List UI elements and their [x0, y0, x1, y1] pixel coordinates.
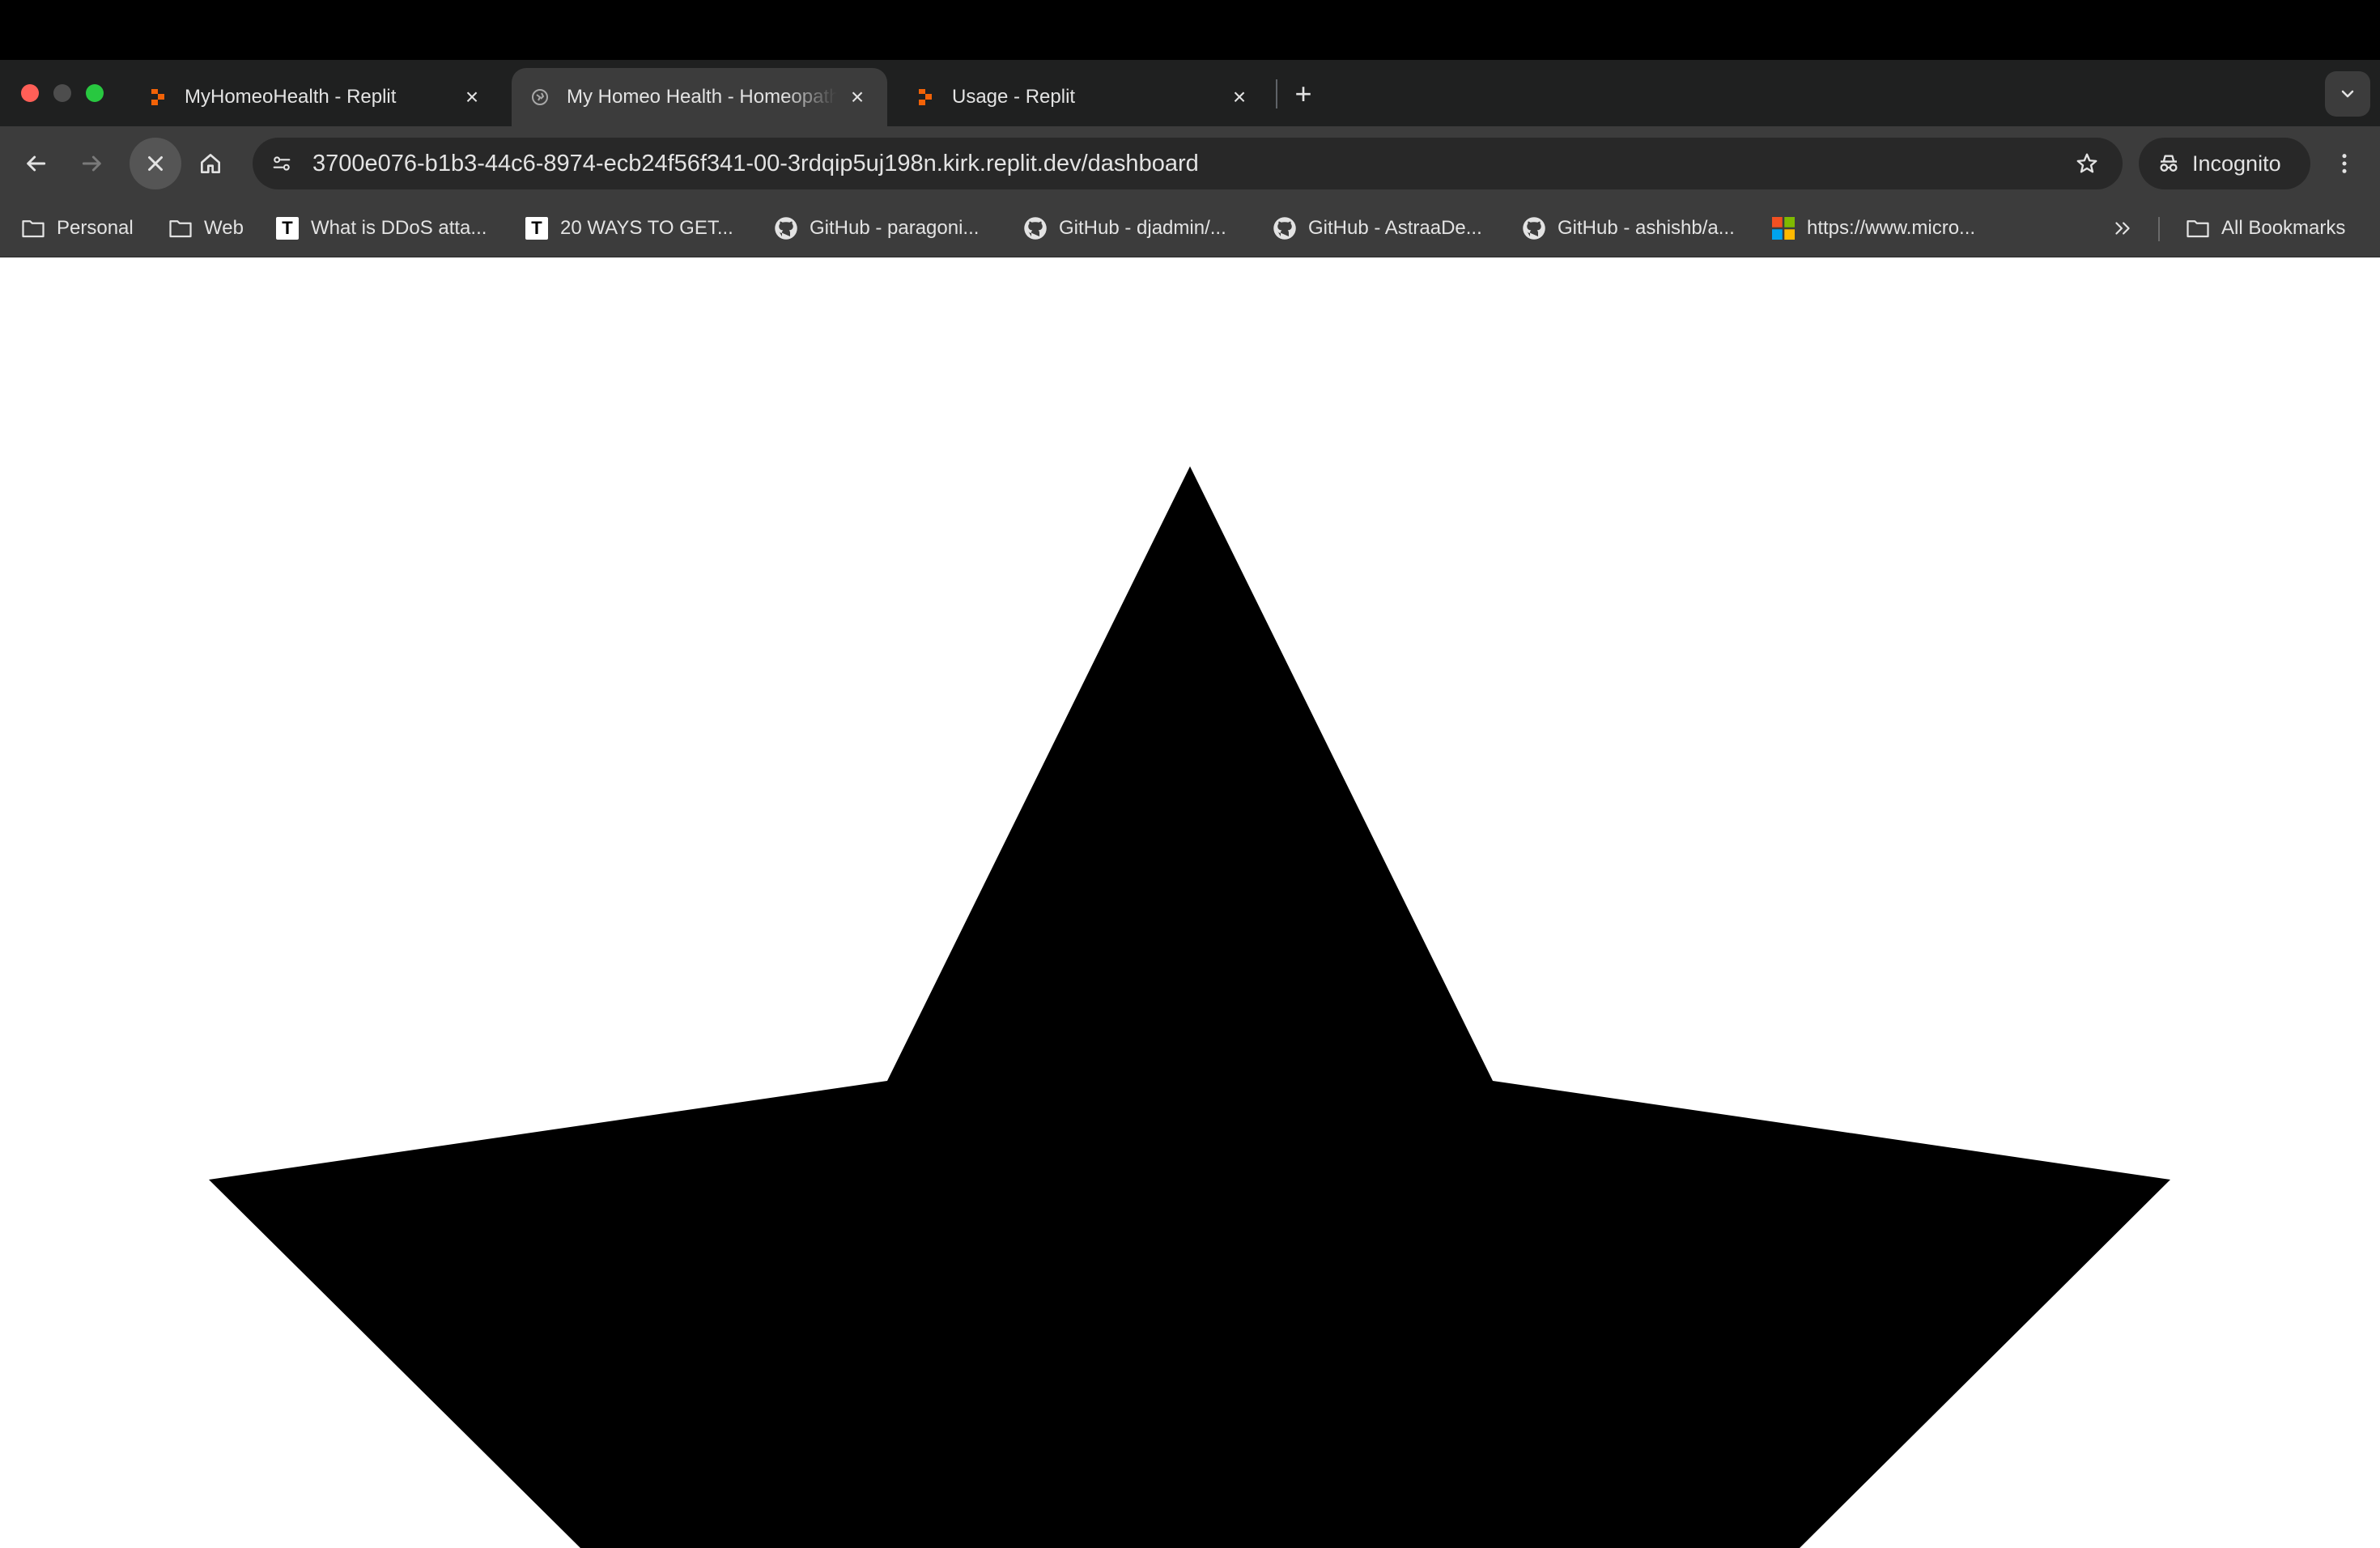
bookmark-web[interactable]: Web: [168, 211, 244, 246]
minimize-window-button[interactable]: [53, 84, 71, 102]
folder-icon: [2186, 216, 2210, 240]
github-icon: [774, 216, 798, 240]
arrow-left-icon: [27, 155, 46, 172]
forward-button[interactable]: [71, 142, 113, 185]
close-window-button[interactable]: [21, 84, 39, 102]
close-tab-icon[interactable]: ×: [845, 84, 869, 109]
bookmark-github-astraade[interactable]: GitHub - AstraaDe...: [1273, 211, 1482, 246]
maximize-window-button[interactable]: [86, 84, 104, 102]
bookmark-star-icon[interactable]: [2072, 149, 2102, 178]
tab-search-button[interactable]: [2325, 71, 2370, 117]
back-button[interactable]: [15, 142, 57, 185]
url-text[interactable]: 3700e076-b1b3-44c6-8974-ecb24f56f341-00-…: [312, 138, 1199, 189]
microsoft-icon: [1771, 216, 1796, 240]
more-vertical-icon: [2342, 154, 2347, 173]
incognito-icon: [2157, 151, 2181, 176]
top-black-strip: [0, 0, 2380, 60]
site-settings-icon[interactable]: [266, 147, 298, 180]
github-icon: [1023, 216, 1048, 240]
bookmark-label: Web: [204, 217, 244, 239]
address-bar[interactable]: 3700e076-b1b3-44c6-8974-ecb24f56f341-00-…: [253, 138, 2123, 189]
bookmarks-overflow-button[interactable]: [2108, 211, 2137, 246]
home-icon: [201, 154, 220, 173]
star-polygon: [209, 466, 2170, 1548]
tab-title: MyHomeoHealth - Replit: [185, 86, 397, 108]
bookmark-personal[interactable]: Personal: [21, 211, 134, 246]
bookmark-label: Personal: [57, 217, 134, 239]
chevron-down-icon: [2341, 90, 2354, 98]
bookmark-github-ashishb[interactable]: GitHub - ashishb/a...: [1522, 211, 1735, 246]
stop-loading-button[interactable]: [130, 138, 181, 189]
tab-myhomeohealth-replit[interactable]: MyHomeoHealth - Replit ×: [130, 68, 502, 126]
tab-separator: [1276, 79, 1277, 108]
bookmark-20-ways[interactable]: T 20 WAYS TO GET...: [525, 211, 733, 246]
bookmark-microsoft[interactable]: https://www.micro...: [1771, 211, 1975, 246]
all-bookmarks-button[interactable]: All Bookmarks: [2186, 211, 2345, 246]
folder-icon: [21, 216, 45, 240]
globe-icon: [529, 87, 550, 108]
tab-usage-replit[interactable]: Usage - Replit ×: [897, 68, 1269, 126]
incognito-button[interactable]: Incognito: [2139, 138, 2310, 189]
incognito-label: Incognito: [2192, 151, 2281, 176]
page-content: [0, 257, 2380, 1548]
star-shape: [209, 466, 2170, 1548]
github-icon: [1273, 216, 1297, 240]
close-tab-icon[interactable]: ×: [1227, 84, 1252, 109]
bookmark-label: GitHub - AstraaDe...: [1308, 217, 1482, 239]
close-icon: [148, 156, 163, 171]
browser-menu-button[interactable]: [2323, 142, 2365, 185]
bookmark-label: What is DDoS atta...: [311, 217, 487, 239]
close-tab-icon[interactable]: ×: [460, 84, 484, 109]
double-chevron-right-icon: [2115, 222, 2130, 235]
bookmark-label: GitHub - paragoni...: [810, 217, 980, 239]
bookmark-label: GitHub - djadmin/...: [1059, 217, 1226, 239]
all-bookmarks-label: All Bookmarks: [2221, 217, 2346, 239]
bookmark-github-djadmin[interactable]: GitHub - djadmin/...: [1023, 211, 1226, 246]
bookmark-label: GitHub - ashishb/a...: [1558, 217, 1735, 239]
home-button[interactable]: [189, 142, 232, 185]
bookmark-github-paragoni[interactable]: GitHub - paragoni...: [774, 211, 979, 246]
bookmarks-separator: [2158, 217, 2160, 241]
tab-my-homeo-health[interactable]: My Homeo Health - Homeopathy ×: [512, 68, 887, 126]
t-icon: T: [275, 216, 300, 240]
github-icon: [1522, 216, 1546, 240]
bookmark-ddos[interactable]: T What is DDoS atta...: [275, 211, 487, 246]
tab-title: My Homeo Health - Homeopathy: [567, 86, 837, 108]
new-tab-button[interactable]: +: [1287, 77, 1320, 110]
t-icon: T: [525, 216, 549, 240]
tab-title: Usage - Replit: [952, 86, 1076, 108]
replit-icon: [915, 87, 936, 108]
bookmark-label: 20 WAYS TO GET...: [560, 217, 733, 239]
replit-icon: [147, 87, 168, 108]
bookmark-label: https://www.micro...: [1807, 217, 1976, 239]
folder-icon: [168, 216, 193, 240]
arrow-right-icon: [82, 155, 101, 172]
